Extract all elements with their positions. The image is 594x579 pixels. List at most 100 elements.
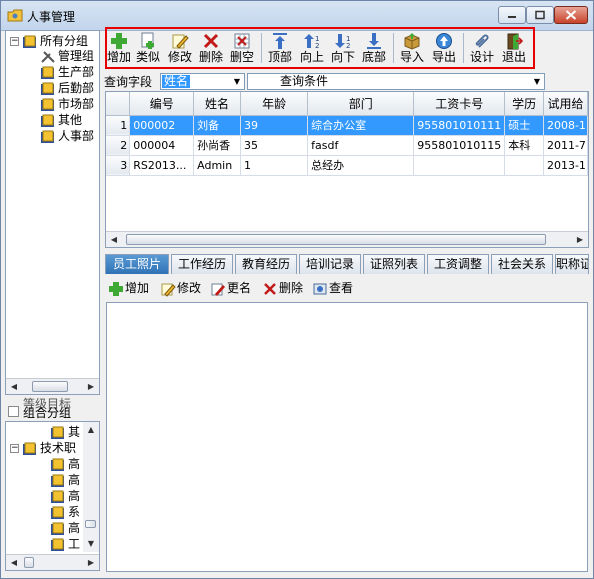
folder-users-icon <box>41 66 54 79</box>
folder-users-icon <box>51 522 64 535</box>
scroll-right-icon[interactable]: ▶ <box>572 232 588 247</box>
group-mode-label: 组合分组 <box>23 406 72 420</box>
scroll-right-icon[interactable]: ▶ <box>83 379 99 394</box>
photo-edit-button[interactable]: 修改 <box>160 279 201 297</box>
chevron-down-icon[interactable]: ▼ <box>230 74 244 89</box>
delete-x-icon <box>264 282 276 295</box>
cell-trial[interactable]: 2008-1 <box>543 115 588 136</box>
query-condition-label: 查询条件 <box>280 74 329 88</box>
tree2-item[interactable]: 高 <box>50 520 80 536</box>
cell-name[interactable]: Admin <box>193 155 241 176</box>
table-row[interactable]: 3 RS2013... Admin 1 总经办 2013-1 <box>106 155 588 176</box>
column-header[interactable]: 学历 <box>504 92 544 116</box>
tree2-horizontal-scrollbar[interactable]: ◀ ▶ <box>6 554 99 570</box>
tree2-item[interactable]: 系 <box>50 504 80 520</box>
collapse-icon[interactable]: − <box>10 444 19 453</box>
table-row[interactable]: 2 000004 孙尚香 35 fasdf 955801010115 本科 20… <box>106 135 588 156</box>
tree-item-marketing[interactable]: 市场部 <box>40 96 94 112</box>
group-mode-toggle[interactable]: 等级目标 组合分组 <box>5 397 100 420</box>
column-header[interactable]: 年龄 <box>240 92 309 116</box>
app-icon <box>7 9 23 22</box>
cell-dept[interactable]: 总经办 <box>307 155 415 176</box>
tree2-item[interactable]: 高 <box>50 472 80 488</box>
tab-titles[interactable]: 职称证 <box>555 254 589 274</box>
photo-delete-button[interactable]: 删除 <box>262 279 303 297</box>
tab-relations[interactable]: 社会关系 <box>491 254 553 274</box>
photo-rename-button[interactable]: 更名 <box>210 279 251 297</box>
tab-work-history[interactable]: 工作经历 <box>171 254 233 274</box>
photo-view-button[interactable]: 查看 <box>312 279 353 297</box>
column-header[interactable]: 工资卡号 <box>413 92 506 116</box>
maximize-button[interactable] <box>526 6 554 24</box>
scroll-thumb[interactable] <box>85 520 96 528</box>
cell-age[interactable]: 35 <box>240 135 309 156</box>
grid-horizontal-scrollbar[interactable]: ◀ ▶ <box>106 231 588 247</box>
column-header[interactable]: 试用给 <box>543 92 588 116</box>
minimize-icon <box>508 16 516 18</box>
column-header[interactable]: 姓名 <box>193 92 241 116</box>
tree2-item[interactable]: 高 <box>50 456 80 472</box>
cell-dept[interactable]: fasdf <box>307 135 415 156</box>
chevron-down-icon[interactable]: ▼ <box>530 74 544 89</box>
cell-card[interactable]: 955801010111 <box>413 115 506 136</box>
column-header[interactable]: 编号 <box>129 92 195 116</box>
tab-training[interactable]: 培训记录 <box>299 254 361 274</box>
secondary-tree: 其 − 技术职 高 高 高 系 高 工 ▲ ▼ ◀ ▶ <box>5 421 100 571</box>
tree2-item[interactable]: − 技术职 <box>10 440 76 456</box>
scroll-thumb[interactable] <box>24 557 34 568</box>
view-icon <box>313 283 327 294</box>
cell-edu[interactable] <box>504 155 544 176</box>
folder-users-icon <box>41 82 54 95</box>
minimize-button[interactable] <box>498 6 526 24</box>
column-header[interactable]: 部门 <box>307 92 415 116</box>
tree-item-hr[interactable]: 人事部 <box>40 128 94 144</box>
cell-trial[interactable]: 2011-7 <box>543 135 588 156</box>
table-row[interactable]: 1 000002 刘备 39 综合办公室 955801010111 硕士 200… <box>106 115 588 136</box>
tab-photo[interactable]: 员工照片 <box>105 254 169 274</box>
query-field-select[interactable]: 姓名 ▼ <box>160 73 245 90</box>
scroll-left-icon[interactable]: ◀ <box>6 379 22 394</box>
tree-item-other[interactable]: 其他 <box>40 112 82 128</box>
scroll-left-icon[interactable]: ◀ <box>106 232 122 247</box>
cell-card[interactable] <box>413 155 506 176</box>
scroll-thumb[interactable] <box>126 234 546 245</box>
folder-users-icon <box>51 490 64 503</box>
tree2-item[interactable]: 工 <box>50 536 80 552</box>
tab-salary[interactable]: 工资调整 <box>427 254 489 274</box>
close-button[interactable] <box>554 6 588 24</box>
cell-edu[interactable]: 本科 <box>504 135 544 156</box>
photo-add-button[interactable]: 增加 <box>108 279 149 297</box>
cell-card[interactable]: 955801010115 <box>413 135 506 156</box>
tab-certificates[interactable]: 证照列表 <box>363 254 425 274</box>
cell-id[interactable]: 000002 <box>129 115 195 136</box>
tree-root[interactable]: − 所有分组 <box>10 33 88 49</box>
tab-education[interactable]: 教育经历 <box>235 254 297 274</box>
tree-item-logistics[interactable]: 后勤部 <box>40 80 94 96</box>
scroll-left-icon[interactable]: ◀ <box>6 555 22 570</box>
collapse-icon[interactable]: − <box>10 37 19 46</box>
row-number: 1 <box>106 115 131 136</box>
query-condition-select[interactable]: 查询条件 ▼ <box>247 73 545 90</box>
cell-id[interactable]: 000004 <box>129 135 195 156</box>
tree2-item[interactable]: 高 <box>50 488 80 504</box>
row-number: 2 <box>106 135 131 156</box>
cell-edu[interactable]: 硕士 <box>504 115 544 136</box>
cell-dept[interactable]: 综合办公室 <box>307 115 415 136</box>
tree-item-management[interactable]: 管理组 <box>40 48 94 64</box>
tree-item-production[interactable]: 生产部 <box>40 64 94 80</box>
tree2-vertical-scrollbar[interactable]: ▲ ▼ <box>83 422 99 552</box>
cell-id[interactable]: RS2013... <box>129 155 195 176</box>
scroll-up-icon[interactable]: ▲ <box>83 422 99 438</box>
scroll-right-icon[interactable]: ▶ <box>83 555 99 570</box>
cell-trial[interactable]: 2013-1 <box>543 155 588 176</box>
cell-name[interactable]: 孙尚香 <box>193 135 241 156</box>
scroll-thumb[interactable] <box>32 381 68 392</box>
tree-horizontal-scrollbar[interactable]: ◀ ▶ <box>6 378 99 394</box>
scroll-down-icon[interactable]: ▼ <box>83 536 99 552</box>
group-mode-checkbox[interactable] <box>8 406 19 417</box>
cell-age[interactable]: 39 <box>240 115 309 136</box>
tree2-item[interactable]: 其 <box>50 424 80 440</box>
cell-age[interactable]: 1 <box>240 155 309 176</box>
folder-users-icon <box>23 35 36 48</box>
cell-name[interactable]: 刘备 <box>193 115 241 136</box>
